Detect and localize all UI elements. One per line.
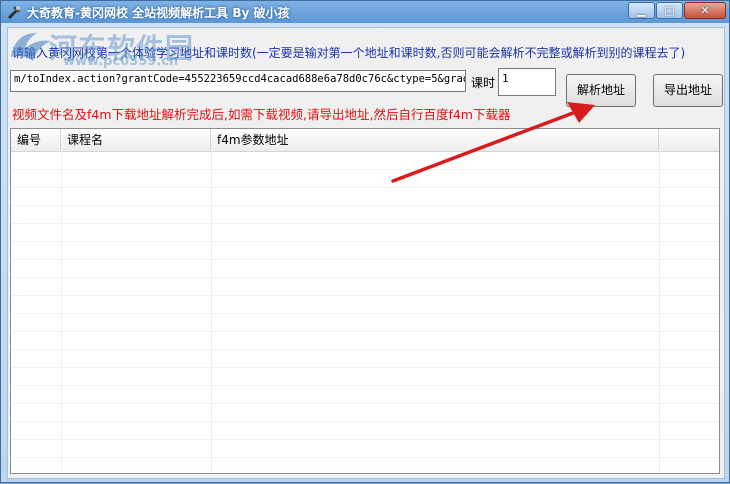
url-input[interactable]: m/toIndex.action?grantCode=455223659ccd4…: [10, 70, 466, 92]
row-gridline: [11, 349, 719, 350]
notice-text: 视频文件名及f4m下载地址解析完成后,如需下载视频,请导出地址,然后自行百度f4…: [12, 107, 511, 122]
parse-address-button[interactable]: 解析地址: [566, 74, 636, 107]
lesson-count-input[interactable]: 1: [498, 68, 556, 96]
row-gridline: [11, 457, 719, 458]
column-divider: [659, 151, 660, 473]
column-header-course-name[interactable]: 课程名: [61, 129, 211, 151]
column-header-f4m-url[interactable]: f4m参数地址: [211, 129, 659, 151]
app-window: 大奇教育-黄冈网校 全站视频解析工具 By 破小孩 ▁ □ ✕ 请输入黄冈网校第…: [0, 0, 730, 483]
tools-icon: [8, 6, 20, 19]
row-gridline: [11, 187, 719, 188]
row-gridline: [11, 277, 719, 278]
watermark-logo-icon: [11, 33, 51, 61]
results-table[interactable]: 编号 课程名 f4m参数地址: [10, 128, 720, 474]
row-gridline: [11, 169, 719, 170]
row-gridline: [11, 205, 719, 206]
row-gridline: [11, 223, 719, 224]
minimize-button[interactable]: ▁: [628, 2, 655, 19]
window-controls: ▁ □ ✕: [627, 2, 726, 19]
row-gridline: [11, 259, 719, 260]
export-address-button[interactable]: 导出地址: [653, 74, 723, 107]
main-panel: 请输入黄冈网校第一个体验学习地址和课时数(一定要是输对第一个地址和课时数,否则可…: [7, 27, 725, 479]
row-gridline: [11, 385, 719, 386]
window-title: 大奇教育-黄冈网校 全站视频解析工具 By 破小孩: [27, 6, 290, 20]
column-divider: [61, 151, 62, 473]
row-gridline: [11, 439, 719, 440]
maximize-button[interactable]: □: [656, 2, 683, 19]
column-header-id[interactable]: 编号: [11, 129, 61, 151]
row-gridline: [11, 313, 719, 314]
row-gridline: [11, 295, 719, 296]
row-gridline: [11, 241, 719, 242]
row-gridline: [11, 403, 719, 404]
close-button[interactable]: ✕: [684, 2, 726, 19]
row-gridline: [11, 421, 719, 422]
table-header: 编号 课程名 f4m参数地址: [11, 129, 719, 152]
column-header-filler: [659, 129, 719, 151]
title-bar[interactable]: 大奇教育-黄冈网校 全站视频解析工具 By 破小孩 ▁ □ ✕: [1, 1, 729, 23]
lesson-count-label: 课时: [471, 76, 496, 90]
column-divider: [211, 151, 212, 473]
row-gridline: [11, 331, 719, 332]
row-gridline: [11, 367, 719, 368]
watermark-url: www.pc0359.cn: [63, 54, 179, 69]
